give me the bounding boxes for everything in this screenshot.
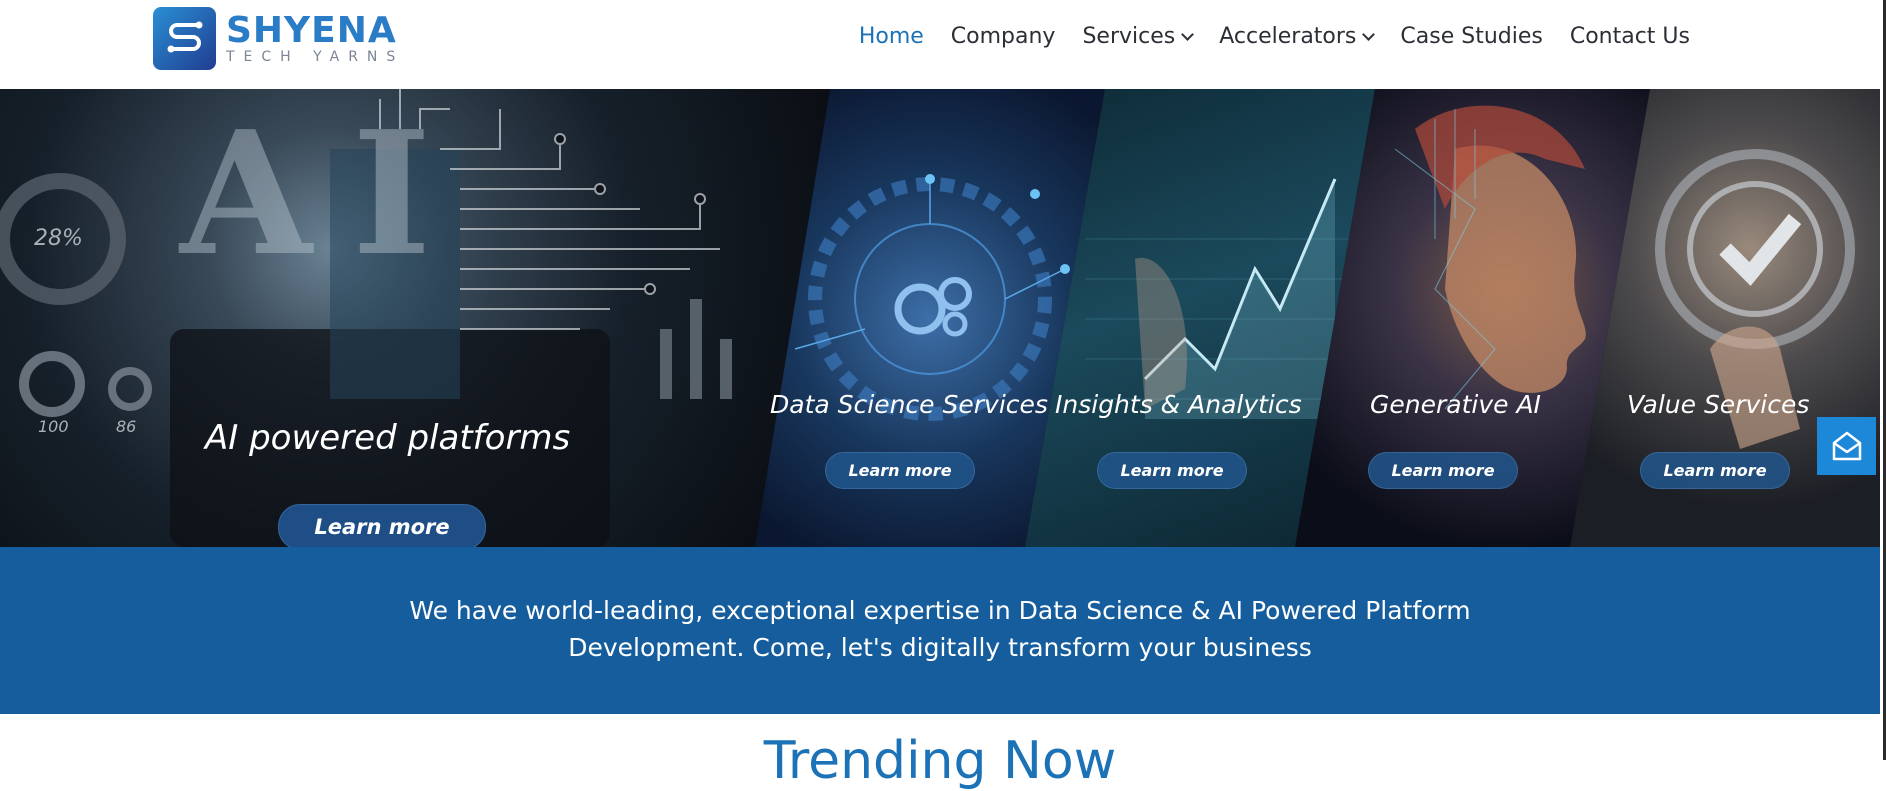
stat-value-1: 100 [38, 417, 69, 436]
tagline-text: We have world-leading, exceptional exper… [409, 596, 1471, 662]
nav-item-case-studies[interactable]: Case Studies [1400, 24, 1542, 49]
stat-value-2: 86 [116, 417, 137, 436]
hero-panel-ai-platforms: AI 28% 100 86 [0, 89, 830, 547]
circuit-s-logo-icon [153, 7, 216, 70]
hero-title-insights: Insights & Analytics [1055, 390, 1302, 419]
main-nav: Home Company Services Accelerators Case … [832, 24, 1690, 49]
logo-name: SHYENA [226, 10, 397, 51]
logo-tagline: TECH YARNS [226, 49, 405, 65]
learn-more-data-science-button[interactable]: Learn more [825, 452, 975, 489]
learn-more-ai-platforms-button[interactable]: Learn more [278, 504, 486, 547]
site-header: SHYENA TECH YARNS Home Company Services … [0, 0, 1880, 89]
hero-title-value-services: Value Services [1627, 390, 1810, 419]
hero-slider: AI 28% 100 86 AI powered platforms Learn… [0, 89, 1880, 547]
learn-more-insights-button[interactable]: Learn more [1097, 452, 1247, 489]
site-logo[interactable]: SHYENA TECH YARNS [153, 7, 404, 70]
nav-item-services[interactable]: Services [1082, 24, 1195, 49]
nav-item-company[interactable]: Company [951, 24, 1056, 49]
chevron-down-icon [1181, 27, 1195, 41]
ai-letters: AI [180, 94, 472, 294]
circuit-brain-illustration [0, 89, 732, 547]
gauge-value: 28% [34, 226, 83, 251]
learn-more-generative-ai-button[interactable]: Learn more [1368, 452, 1518, 489]
section-title: Trending Now [763, 731, 1117, 791]
hero-title-data-science: Data Science Services [770, 390, 1048, 419]
nav-item-contact-us[interactable]: Contact Us [1570, 24, 1690, 49]
floating-contact-button[interactable] [1817, 417, 1876, 475]
hero-title-generative-ai: Generative AI [1370, 390, 1541, 419]
nav-item-home[interactable]: Home [859, 24, 924, 49]
chevron-down-icon [1362, 27, 1376, 41]
tagline-band: We have world-leading, exceptional exper… [0, 547, 1880, 714]
nav-item-accelerators[interactable]: Accelerators [1219, 24, 1376, 49]
learn-more-value-services-button[interactable]: Learn more [1640, 452, 1790, 489]
mail-open-icon [1832, 431, 1861, 461]
hero-title-ai-platforms: AI powered platforms [205, 418, 571, 458]
